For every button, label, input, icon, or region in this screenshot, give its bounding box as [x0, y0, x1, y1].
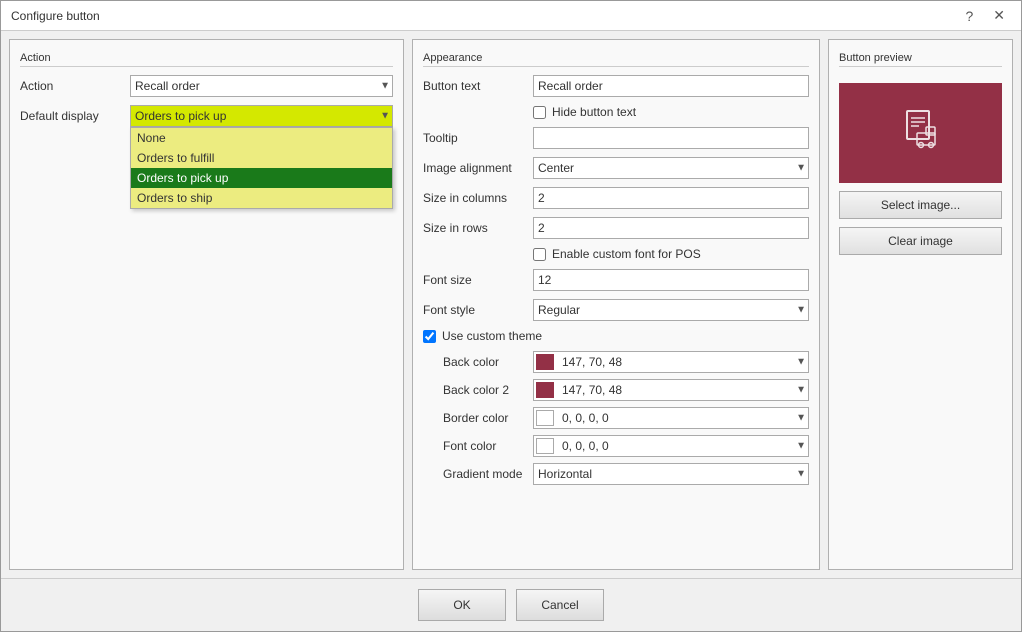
- action-panel: Action Action Recall order ▼ Default dis…: [9, 39, 404, 570]
- action-section-title: Action: [20, 50, 393, 67]
- gradient-mode-label: Gradient mode: [443, 467, 533, 481]
- custom-theme-checkbox[interactable]: [423, 330, 436, 343]
- title-bar: Configure button ? ✕: [1, 1, 1021, 31]
- select-image-button[interactable]: Select image...: [839, 191, 1002, 219]
- default-display-wrapper: Orders to pick up ▼ None Orders to fulfi…: [130, 105, 393, 127]
- default-display-dropdown: None Orders to fulfill Orders to pick up…: [130, 127, 393, 209]
- help-button[interactable]: ?: [959, 6, 979, 26]
- border-color-select-wrapper: 0, 0, 0, 0 ▼: [533, 407, 809, 429]
- font-style-label: Font style: [423, 303, 533, 317]
- image-alignment-select[interactable]: Center Left Right: [533, 157, 809, 179]
- custom-font-checkbox[interactable]: [533, 248, 546, 261]
- image-alignment-row: Image alignment Center Left Right ▼: [423, 157, 809, 179]
- font-color-select-wrapper: 0, 0, 0, 0 ▼: [533, 435, 809, 457]
- border-color-label: Border color: [443, 411, 533, 425]
- dropdown-item-none[interactable]: None: [131, 128, 392, 148]
- back-color2-label: Back color 2: [443, 383, 533, 397]
- font-size-label: Font size: [423, 273, 533, 287]
- dropdown-item-fulfill[interactable]: Orders to fulfill: [131, 148, 392, 168]
- action-row: Action Recall order ▼: [20, 75, 393, 97]
- dropdown-item-pickup[interactable]: Orders to pick up: [131, 168, 392, 188]
- dialog-title: Configure button: [11, 9, 100, 23]
- custom-theme-row: Use custom theme: [423, 329, 809, 343]
- button-preview-box: [839, 83, 1002, 183]
- font-color-select[interactable]: 0, 0, 0, 0: [533, 435, 809, 457]
- size-columns-label: Size in columns: [423, 191, 533, 205]
- tooltip-label: Tooltip: [423, 131, 533, 145]
- font-size-input[interactable]: [533, 269, 809, 291]
- font-style-row: Font style Regular Bold Italic Bold Ital…: [423, 299, 809, 321]
- back-color2-select-wrapper: 147, 70, 48 ▼: [533, 379, 809, 401]
- hide-button-text-checkbox[interactable]: [533, 106, 546, 119]
- border-color-row: Border color 0, 0, 0, 0 ▼: [423, 407, 809, 429]
- back-color-row: Back color 147, 70, 48 ▼: [423, 351, 809, 373]
- border-color-select[interactable]: 0, 0, 0, 0: [533, 407, 809, 429]
- custom-font-label: Enable custom font for POS: [552, 247, 701, 261]
- appearance-section-title: Appearance: [423, 50, 809, 67]
- action-select-wrapper: Recall order ▼: [130, 75, 393, 97]
- clear-image-button[interactable]: Clear image: [839, 227, 1002, 255]
- preview-section-title: Button preview: [839, 50, 1002, 67]
- close-button[interactable]: ✕: [987, 5, 1011, 26]
- dropdown-item-ship[interactable]: Orders to ship: [131, 188, 392, 208]
- button-text-row: Button text: [423, 75, 809, 97]
- size-columns-row: Size in columns: [423, 187, 809, 209]
- tooltip-input[interactable]: [533, 127, 809, 149]
- custom-font-row: Enable custom font for POS: [423, 247, 809, 261]
- gradient-mode-select-wrapper: Horizontal Vertical None ▼: [533, 463, 809, 485]
- back-color-select-wrapper: 147, 70, 48 ▼: [533, 351, 809, 373]
- back-color-select[interactable]: 147, 70, 48: [533, 351, 809, 373]
- font-color-label: Font color: [443, 439, 533, 453]
- custom-theme-label: Use custom theme: [442, 329, 542, 343]
- back-color2-row: Back color 2 147, 70, 48 ▼: [423, 379, 809, 401]
- back-color-label: Back color: [443, 355, 533, 369]
- font-style-select-wrapper: Regular Bold Italic Bold Italic ▼: [533, 299, 809, 321]
- configure-button-dialog: Configure button ? ✕ Action Action Recal…: [0, 0, 1022, 632]
- button-text-input[interactable]: [533, 75, 809, 97]
- default-display-label: Default display: [20, 109, 130, 123]
- default-display-row: Default display Orders to pick up ▼ None…: [20, 105, 393, 127]
- default-display-select[interactable]: Orders to pick up: [130, 105, 393, 127]
- ok-button[interactable]: OK: [418, 589, 506, 621]
- font-color-row: Font color 0, 0, 0, 0 ▼: [423, 435, 809, 457]
- order-truck-icon: [897, 105, 945, 153]
- gradient-mode-select[interactable]: Horizontal Vertical None: [533, 463, 809, 485]
- cancel-button[interactable]: Cancel: [516, 589, 604, 621]
- tooltip-row: Tooltip: [423, 127, 809, 149]
- size-columns-input[interactable]: [533, 187, 809, 209]
- size-rows-label: Size in rows: [423, 221, 533, 235]
- button-preview-panel: Button preview: [828, 39, 1013, 570]
- image-alignment-label: Image alignment: [423, 161, 533, 175]
- title-bar-buttons: ? ✕: [959, 5, 1011, 26]
- hide-button-text-row: Hide button text: [423, 105, 809, 119]
- appearance-panel: Appearance Button text Hide button text …: [412, 39, 820, 570]
- hide-button-text-label: Hide button text: [552, 105, 636, 119]
- size-rows-input[interactable]: [533, 217, 809, 239]
- dialog-content: Action Action Recall order ▼ Default dis…: [1, 31, 1021, 578]
- action-select[interactable]: Recall order: [130, 75, 393, 97]
- image-alignment-select-wrapper: Center Left Right ▼: [533, 157, 809, 179]
- preview-button-icon: [897, 105, 945, 162]
- action-label: Action: [20, 79, 130, 93]
- gradient-mode-row: Gradient mode Horizontal Vertical None ▼: [423, 463, 809, 485]
- back-color2-select[interactable]: 147, 70, 48: [533, 379, 809, 401]
- dialog-footer: OK Cancel: [1, 578, 1021, 631]
- font-size-row: Font size: [423, 269, 809, 291]
- button-text-label: Button text: [423, 79, 533, 93]
- font-style-select[interactable]: Regular Bold Italic Bold Italic: [533, 299, 809, 321]
- size-rows-row: Size in rows: [423, 217, 809, 239]
